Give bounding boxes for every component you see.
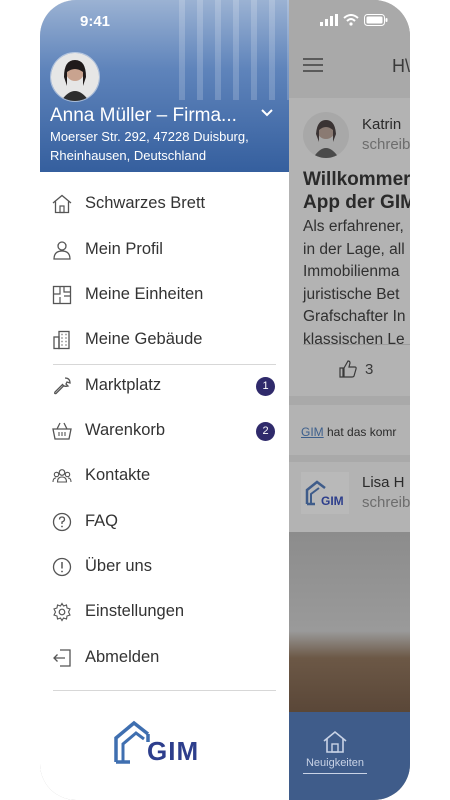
house-icon <box>52 194 72 214</box>
post-subtitle: schreib <box>362 136 410 153</box>
menu-label: Abmelden <box>85 648 160 666</box>
gim-logo: GIM <box>112 720 204 766</box>
nav-item-neuigkeiten[interactable]: Neuigkeiten <box>301 730 369 774</box>
like-button[interactable]: 3 <box>339 360 373 378</box>
basket-icon <box>52 422 72 440</box>
wifi-icon <box>343 14 359 26</box>
like-count: 3 <box>365 360 374 378</box>
post-body-line: klassischen Le <box>303 330 405 348</box>
count-badge: 2 <box>256 422 275 441</box>
count-badge: 1 <box>256 377 275 396</box>
gim-logo-text: GIM <box>321 494 344 508</box>
menu-item-mein-profil[interactable]: Mein Profil <box>40 228 289 272</box>
post-image <box>289 532 410 712</box>
menu-item-meine-einheiten[interactable]: Meine Einheiten <box>40 273 289 317</box>
phone-frame: H\ Katrin schreib Willkommer App der GIM… <box>40 0 410 800</box>
menu-divider <box>53 690 276 691</box>
bottom-nav: Neuigkeiten <box>289 712 410 800</box>
building-background <box>179 0 289 100</box>
building-icon <box>53 330 70 350</box>
status-icons <box>289 0 410 44</box>
post-body: Als erfahrener, in der Lage, all Immobil… <box>303 216 406 351</box>
menu-item-faq[interactable]: FAQ <box>40 500 289 544</box>
menu-label: Meine Gebäude <box>85 330 203 348</box>
app-title: H\ <box>392 56 410 76</box>
post-body-line: Als erfahrener, <box>303 218 404 235</box>
status-time: 9:41 <box>80 13 111 30</box>
hamburger-icon[interactable] <box>303 58 323 72</box>
house-icon <box>323 730 347 753</box>
menu-item-marktplatz[interactable]: Marktplatz 1 <box>40 364 289 408</box>
menu-item-einstellungen[interactable]: Einstellungen <box>40 590 289 634</box>
avatar <box>303 112 349 158</box>
gim-logo-icon: GIM <box>301 472 349 514</box>
post-body-line: Immobilienma <box>303 263 400 280</box>
chevron-down-icon[interactable] <box>260 108 274 118</box>
post-body-line: juristische Bet <box>303 285 400 303</box>
notice-text: GIM hat das komr <box>301 425 396 439</box>
menu-item-meine-gebaeude[interactable]: Meine Gebäude <box>40 318 289 362</box>
post-author: Lisa H <box>362 474 405 491</box>
drawer-header: 9:41 Anna Müller – Firma... Moerser Str.… <box>40 0 289 172</box>
menu-label: Einstellungen <box>85 602 185 620</box>
menu-label: Marktplatz <box>85 376 162 394</box>
menu-label: Schwarzes Brett <box>85 194 206 212</box>
menu-label: Mein Profil <box>85 240 163 258</box>
question-icon <box>52 512 72 532</box>
signal-icon <box>320 14 338 26</box>
post-title-line: Willkommer <box>303 169 410 190</box>
contacts-icon <box>52 469 72 483</box>
post-title: Willkommer App der GIM <box>303 168 410 214</box>
info-icon <box>52 557 72 577</box>
gim-logo-text: GIM <box>147 736 200 766</box>
notice-message: hat das komr <box>323 425 397 439</box>
post-body-line: Grafschafter In <box>303 308 406 325</box>
menu-label: Über uns <box>85 557 152 575</box>
user-address: Rheinhausen, Deutschland <box>50 148 207 163</box>
floorplan-icon <box>52 285 72 305</box>
logout-icon <box>53 649 71 667</box>
divider <box>303 344 410 345</box>
user-address: Moerser Str. 292, 47228 Duisburg, <box>50 129 249 144</box>
person-icon <box>53 241 71 260</box>
app-header: H\ <box>289 44 410 96</box>
menu-label: FAQ <box>85 512 119 530</box>
battery-icon <box>364 14 388 26</box>
menu-item-ueber-uns[interactable]: Über uns <box>40 545 289 589</box>
post-body-line: in der Lage, all <box>303 240 405 258</box>
gear-icon <box>53 602 71 622</box>
nav-underline <box>303 773 367 774</box>
navigation-drawer: 9:41 Anna Müller – Firma... Moerser Str.… <box>40 0 289 800</box>
background-app[interactable]: H\ Katrin schreib Willkommer App der GIM… <box>289 0 410 800</box>
notice-link[interactable]: GIM <box>301 425 324 439</box>
menu-label: Meine Einheiten <box>85 285 204 303</box>
wrench-icon <box>54 377 71 395</box>
post-subtitle: schreib <box>362 494 410 511</box>
user-avatar[interactable] <box>50 52 100 102</box>
menu-item-kontakte[interactable]: Kontakte <box>40 454 289 498</box>
menu-label: Kontakte <box>85 466 151 484</box>
thumbs-up-icon <box>339 360 357 378</box>
post-author: Katrin <box>362 116 402 133</box>
post-title-line: App der GIM <box>303 192 410 213</box>
user-name[interactable]: Anna Müller – Firma... <box>50 105 237 127</box>
menu-item-abmelden[interactable]: Abmelden <box>40 636 289 680</box>
menu-item-schwarzes-brett[interactable]: Schwarzes Brett <box>40 182 289 226</box>
menu-item-warenkorb[interactable]: Warenkorb 2 <box>40 409 289 453</box>
nav-label: Neuigkeiten <box>305 757 365 769</box>
notice-row[interactable]: GIM hat das komr <box>289 405 410 455</box>
menu-label: Warenkorb <box>85 421 166 439</box>
